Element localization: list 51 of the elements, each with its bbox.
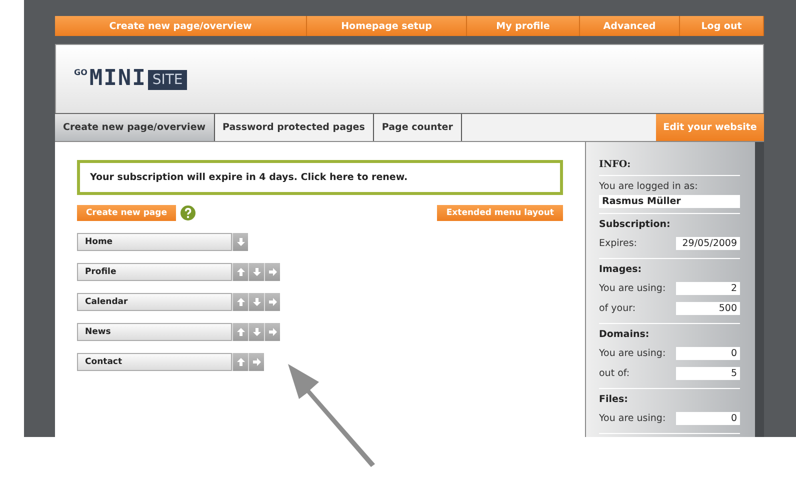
info-value: 2 [676,282,740,294]
section-title: Files: [599,394,629,405]
info-value: 0 [676,346,740,360]
arrow-down-icon [236,237,246,247]
arrow-right-icon [268,297,278,307]
info-value: 29/05/2009 [676,236,740,250]
move-up-button[interactable] [232,293,248,311]
info-value: 5 [676,366,740,380]
section-title: Domains: [599,329,650,340]
menu-page-item[interactable]: Calendar [77,293,232,311]
move-right-button[interactable] [264,323,280,341]
info-label: out of: [599,368,630,378]
move-down-button[interactable] [232,233,248,251]
arrow-down-icon [252,297,262,307]
info-label: You are using: [599,348,666,358]
move-right-button[interactable] [264,263,280,281]
menu-page-item[interactable]: Profile [77,263,232,281]
info-label: You are using: [599,412,666,424]
arrow-down-icon [252,327,262,337]
tab[interactable]: Create new page/overview [55,114,215,141]
move-right-button[interactable] [264,293,280,311]
move-down-button[interactable] [248,323,264,341]
arrow-right-icon [252,357,262,367]
move-up-button[interactable] [232,263,248,281]
menu-page-item[interactable]: News [77,323,232,341]
info-label: Expires: [599,238,637,248]
help-icon[interactable] [180,205,196,221]
move-up-button[interactable] [232,353,248,371]
arrow-up-icon [236,357,246,367]
arrow-up-icon [236,297,246,307]
info-label: You are logged in as: [599,181,699,192]
arrow-down-icon [252,267,262,277]
move-right-button[interactable] [248,353,264,371]
subscription-notice[interactable]: Your subscription will expire in 4 days. Click here to renew. [77,160,563,195]
section-title: Images: [599,264,643,275]
menu-page-item[interactable]: Contact [77,353,232,371]
info-value: 0 [676,412,740,424]
arrow-up-icon [236,327,246,337]
menu-page-item[interactable]: Home [77,233,232,251]
arrow-right-icon [268,327,278,337]
move-down-button[interactable] [248,293,264,311]
info-label: You are using: [599,282,666,294]
move-up-button[interactable] [232,323,248,341]
info-value: Rasmus Müller [599,195,740,208]
arrow-right-icon [268,267,278,277]
info-value: 500 [676,302,740,314]
section-title: Subscription: [599,219,672,230]
move-down-button[interactable] [248,263,264,281]
section-title: INFO: [599,159,740,176]
arrow-up-icon [236,267,246,277]
info-label: of your: [599,302,636,314]
